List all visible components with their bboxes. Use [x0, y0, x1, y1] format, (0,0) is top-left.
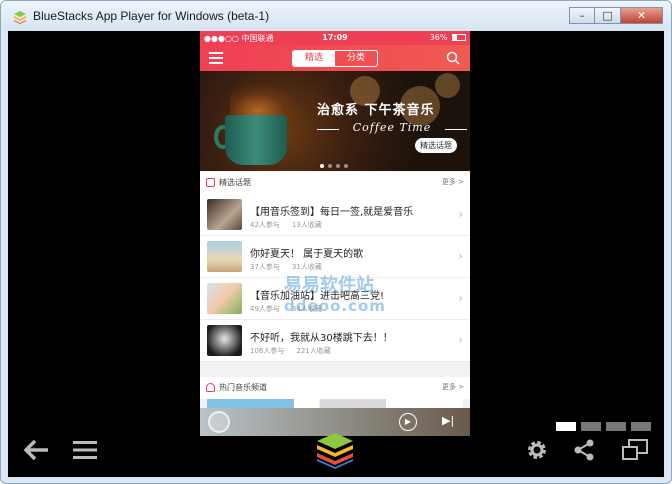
watermark-en: ddooo.com: [284, 297, 386, 315]
emulator-screen: ●●●○○ 中国联通 17:09 36% 精选 分类 治愈系 下午茶音乐 Cof…: [8, 31, 664, 477]
topic-thumbnail: [207, 241, 242, 272]
tab-switcher: 精选 分类: [292, 50, 378, 67]
bluestacks-logo-icon: [14, 11, 26, 24]
topic-meta: 106人参与 221人收藏: [250, 346, 331, 356]
banner-subtitle: Coffee Time: [317, 121, 467, 134]
back-arrow-icon[interactable]: [22, 438, 50, 462]
headphones-icon: [206, 383, 215, 392]
share-icon[interactable]: [573, 439, 595, 461]
channels-more-link[interactable]: 更多 >: [442, 382, 464, 392]
next-track-button[interactable]: ▶|: [442, 414, 454, 427]
participant-count: 49人参与: [250, 305, 280, 313]
minimize-button[interactable]: –: [569, 7, 595, 24]
battery-percent: 36%: [429, 33, 448, 42]
topic-title: 【用音乐签到】每日一签,就是爱音乐: [250, 207, 414, 218]
chevron-right-icon: ›: [458, 249, 463, 263]
chevron-right-icon: ›: [458, 291, 463, 305]
battery-status: 36%: [430, 33, 466, 42]
participant-count: 42人参与: [250, 221, 280, 229]
bluestacks-window: BlueStacks App Player for Windows (beta-…: [0, 0, 672, 484]
topic-thumbnail: [207, 199, 242, 230]
participant-count: 106人参与: [250, 347, 285, 355]
list-item[interactable]: 【用音乐签到】每日一签,就是爱音乐 42人参与 13人收藏 ›: [200, 194, 470, 236]
window-controls: – □ ✕: [569, 7, 663, 24]
banner-bokeh: [435, 73, 460, 98]
gear-icon[interactable]: [526, 439, 548, 461]
hamburger-menu-icon[interactable]: [209, 52, 223, 64]
list-item[interactable]: 不好听，我就从30楼跳下去！！ 106人参与 221人收藏 ›: [200, 320, 470, 362]
banner-title: 治愈系 下午茶音乐: [317, 103, 435, 118]
channels-section-label: 热门音乐频道: [219, 383, 267, 392]
album-disc-icon: [208, 411, 230, 433]
menu-lines-icon[interactable]: [73, 440, 97, 460]
status-bar: ●●●○○ 中国联通 17:09 36%: [200, 31, 470, 45]
favorite-count: 221人收藏: [296, 347, 331, 355]
featured-more-link[interactable]: 更多 >: [442, 177, 464, 187]
channels-section-header: 热门音乐频道 更多 >: [200, 377, 470, 399]
bluestacks-home-icon[interactable]: [315, 431, 355, 469]
topic-meta: 42人参与 13人收藏: [250, 220, 322, 230]
close-button[interactable]: ✕: [621, 7, 663, 24]
screen-page-indicator: [556, 422, 651, 431]
tab-category[interactable]: 分类: [335, 51, 377, 66]
banner-pager-dots: [320, 164, 348, 168]
site-watermark: 易易软件站 ddooo.com: [284, 271, 386, 315]
app-nav-bar: 精选 分类: [200, 45, 470, 71]
channel-thumbnails: [207, 399, 463, 408]
topic-title: 不好听，我就从30楼跳下去！！: [250, 333, 393, 344]
topic-thumbnail: [207, 283, 242, 314]
chevron-right-icon: ›: [458, 207, 463, 221]
featured-banner[interactable]: 治愈系 下午茶音乐 Coffee Time 精选话题: [200, 71, 470, 171]
title-bar[interactable]: BlueStacks App Player for Windows (beta-…: [1, 1, 671, 31]
window-title: BlueStacks App Player for Windows (beta-…: [33, 9, 270, 23]
window-resize-icon[interactable]: [621, 439, 649, 461]
participant-count: 37人参与: [250, 263, 280, 271]
chevron-right-icon: ›: [458, 333, 463, 347]
play-button[interactable]: ▶: [399, 413, 417, 431]
coffee-cup-image: [225, 115, 287, 165]
battery-icon: [452, 34, 466, 41]
banner-tag[interactable]: 精选话题: [415, 138, 457, 153]
topic-icon: [206, 178, 215, 187]
maximize-button[interactable]: □: [595, 7, 621, 24]
watermark-cn: 易易软件站: [284, 275, 374, 296]
topic-title: 你好夏天！ 属于夏天的歌: [250, 249, 364, 260]
favorite-count: 31人收藏: [291, 263, 322, 271]
featured-section-label: 精选话题: [219, 178, 251, 187]
tab-featured[interactable]: 精选: [293, 51, 335, 66]
phone-screen: ●●●○○ 中国联通 17:09 36% 精选 分类 治愈系 下午茶音乐 Cof…: [200, 31, 470, 436]
favorite-count: 13人收藏: [291, 221, 322, 229]
featured-section-header: 精选话题 更多 >: [200, 172, 470, 194]
topic-thumbnail: [207, 325, 242, 356]
search-icon[interactable]: [446, 51, 460, 65]
